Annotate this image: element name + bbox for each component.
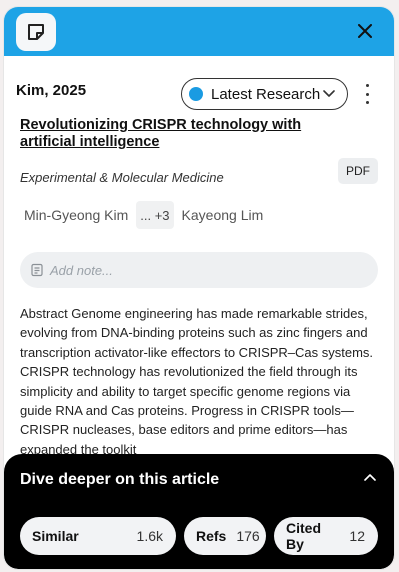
dive-deeper-title: Dive deeper on this article xyxy=(20,471,220,488)
article-title-link[interactable]: Revolutionizing CRISPR technology with a… xyxy=(20,117,360,151)
pill-label: Cited By xyxy=(286,520,321,552)
pill-count: 1.6k xyxy=(136,528,163,544)
pill-label: Similar xyxy=(32,528,79,544)
article-card: Kim, 2025 Latest Research Revolutionizin… xyxy=(4,7,394,569)
pill-count: 12 xyxy=(349,528,365,544)
cited-by-button[interactable]: Cited By 12 xyxy=(274,517,378,555)
article-header: Kim, 2025 Latest Research xyxy=(16,68,382,110)
author-list: Min-Gyeong Kim ... +3 Kayeong Lim xyxy=(24,201,263,229)
add-note-field[interactable]: Add note... xyxy=(20,252,378,288)
top-bar xyxy=(4,7,394,56)
author-last[interactable]: Kayeong Lim xyxy=(182,207,264,223)
collection-label: Latest Research xyxy=(211,85,321,103)
more-authors-button[interactable]: ... +3 xyxy=(136,201,174,229)
author-first[interactable]: Min-Gyeong Kim xyxy=(24,207,128,223)
close-icon xyxy=(358,24,372,38)
related-pills: Similar 1.6k Refs 176 Cited By 12 xyxy=(20,517,386,555)
similar-button[interactable]: Similar 1.6k xyxy=(20,517,176,555)
note-placeholder: Add note... xyxy=(50,262,113,278)
app-logo[interactable] xyxy=(16,13,56,51)
abstract-text: Abstract Genome engineering has made rem… xyxy=(20,306,374,457)
journal-name: Experimental & Molecular Medicine xyxy=(20,170,224,185)
chevron-down-icon xyxy=(323,90,335,98)
refs-button[interactable]: Refs 176 xyxy=(184,517,266,555)
citation-label: Kim, 2025 xyxy=(16,82,87,99)
dive-deeper-panel: Dive deeper on this article Similar 1.6k… xyxy=(4,454,394,569)
pdf-button[interactable]: PDF xyxy=(338,158,378,184)
article-content: Kim, 2025 Latest Research Revolutionizin… xyxy=(4,56,394,569)
pill-count: 176 xyxy=(236,528,260,544)
more-options-icon[interactable] xyxy=(360,84,374,104)
close-button[interactable] xyxy=(354,20,376,42)
note-icon xyxy=(28,24,44,40)
note-edit-icon xyxy=(31,263,43,277)
chevron-up-icon[interactable] xyxy=(364,473,376,481)
collection-select[interactable]: Latest Research xyxy=(181,78,348,110)
collection-color-dot xyxy=(189,87,203,101)
pill-label: Refs xyxy=(196,528,227,544)
